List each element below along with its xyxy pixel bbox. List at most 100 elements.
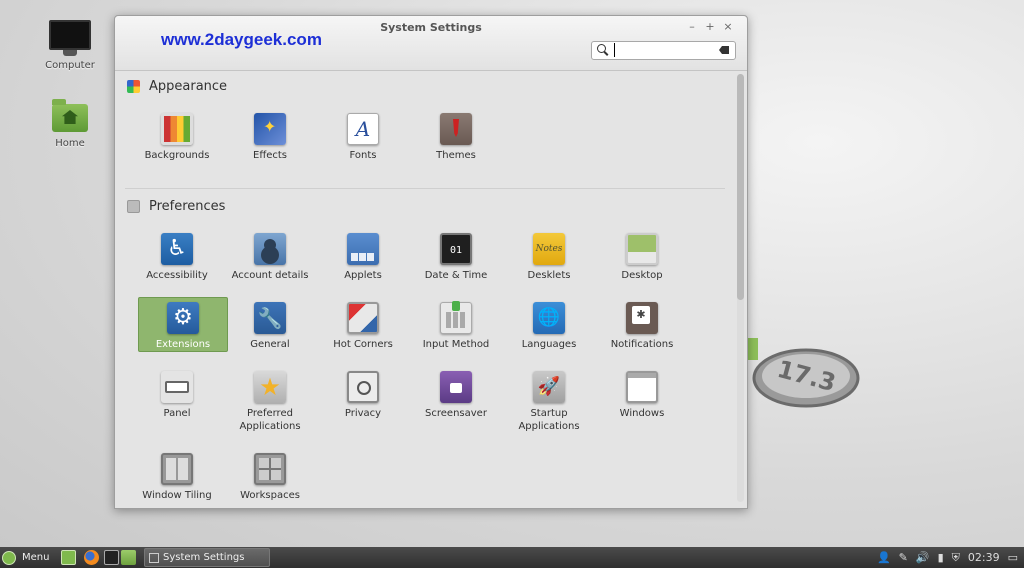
desktop-icon-computer[interactable]: Computer [30,20,110,71]
scrollbar[interactable] [737,74,744,502]
item-label: Desklets [527,270,571,281]
item-label: Notifications [610,339,674,350]
item-account-details[interactable]: Account details [225,229,315,289]
item-workspaces[interactable]: Workspaces [225,449,315,507]
item-label: Startup Applications [518,408,580,432]
notification-icon [626,302,658,334]
item-label: Screensaver [425,408,487,419]
item-label: Workspaces [240,490,300,501]
keyboard-icon [440,301,472,334]
system-tray: 👤 ✎ 🔊 ▮ ⛨ 02:39 ▭ [877,549,1018,566]
desklets-icon: Notes [533,233,565,265]
watermark-text: www.2daygeek.com [161,30,322,49]
menu-button[interactable]: Menu [2,549,49,566]
item-label: Account details [231,270,309,281]
scrollbar-thumb[interactable] [737,74,744,300]
wrench-icon: 🔧 [254,302,286,334]
privacy-icon [347,371,379,403]
terminal-icon[interactable] [104,550,119,565]
item-label: Input Method [422,339,490,350]
mint-logo-icon [2,550,16,565]
item-label: General [250,339,290,350]
item-notifications[interactable]: Notifications [597,298,687,358]
item-windows[interactable]: Windows [597,367,687,427]
item-privacy[interactable]: Privacy [318,367,408,427]
desktop-icon-home[interactable]: Home [30,99,110,149]
preferences-icon [127,200,140,213]
workspaces-icon [254,453,286,485]
applets-icon [347,233,379,265]
display-icon[interactable]: ▭ [1008,551,1018,564]
search-box[interactable] [591,41,736,60]
item-screensaver[interactable]: Screensaver [411,367,501,427]
effects-icon [254,113,286,145]
item-input-method[interactable]: Input Method [411,298,501,358]
item-preferred-applications[interactable]: ★ Preferred Applications [225,367,315,432]
show-desktop-icon[interactable] [61,550,76,565]
taskbar-window-system-settings[interactable]: System Settings [144,548,270,567]
fonts-icon: A [347,113,379,145]
window-tiling-icon [161,453,193,485]
clock[interactable]: 02:39 [968,551,1000,564]
desktop-icon [626,233,658,265]
item-label: Fonts [349,150,377,161]
minimize-button[interactable]: – [683,20,701,33]
item-accessibility[interactable]: ♿ Accessibility [132,229,222,289]
star-icon: ★ [254,371,286,403]
item-effects[interactable]: Effects [225,109,315,169]
search-input[interactable] [614,43,711,57]
item-label: Preferred Applications [239,408,301,432]
desktop-icon-label: Computer [45,60,95,71]
settings-content: Appearance Backgrounds Effects A Fonts T… [115,71,733,507]
item-date-time[interactable]: 01 Date & Time [411,229,501,289]
item-fonts[interactable]: A Fonts [318,109,408,169]
item-applets[interactable]: Applets [318,229,408,289]
search-icon [597,44,606,53]
item-label: Date & Time [424,270,488,281]
item-label: Privacy [344,408,382,419]
pen-icon[interactable]: ✎ [899,551,908,564]
themes-icon [440,113,472,145]
item-startup-applications[interactable]: 🚀 Startup Applications [504,367,594,432]
backgrounds-icon [161,113,193,145]
item-desktop[interactable]: Desktop [597,229,687,289]
shield-icon[interactable]: ⛨ [952,551,960,565]
section-preferences: Preferences [127,199,225,214]
battery-icon[interactable]: ▮ [938,551,944,564]
item-panel[interactable]: Panel [132,367,222,427]
firefox-icon[interactable] [84,550,99,565]
item-label: Backgrounds [144,150,210,161]
item-label: Themes [436,150,476,161]
item-languages[interactable]: 🌐 Languages [504,298,594,358]
item-label: Hot Corners [333,339,393,350]
section-title: Appearance [149,79,228,94]
window-controls: – + × [683,20,737,33]
item-hot-corners[interactable]: Hot Corners [318,298,408,358]
item-themes[interactable]: Themes [411,109,501,169]
taskbar: Menu System Settings 👤 ✎ 🔊 ▮ ⛨ 02:39 ▭ [0,547,1024,568]
item-backgrounds[interactable]: Backgrounds [132,109,222,169]
section-appearance: Appearance [127,79,227,94]
item-label: Effects [253,150,287,161]
close-button[interactable]: × [719,20,737,33]
files-icon[interactable] [121,550,136,565]
item-window-tiling[interactable]: Window Tiling [132,449,222,507]
window-icon [626,371,658,403]
volume-icon[interactable]: 🔊 [916,551,930,564]
maximize-button[interactable]: + [701,20,719,33]
calendar-icon: 01 [440,233,472,265]
home-folder-icon [52,99,88,132]
item-desklets[interactable]: Notes Desklets [504,229,594,289]
item-general[interactable]: 🔧 General [225,298,315,358]
lock-icon [440,371,472,403]
system-settings-icon [149,552,159,563]
item-label: Applets [344,270,382,281]
accessibility-icon: ♿ [161,233,193,265]
item-extensions[interactable]: ⚙ Extensions [138,297,228,352]
clear-search-icon[interactable] [719,46,729,54]
appearance-icon [127,80,140,93]
user-icon[interactable]: 👤 [877,551,891,564]
item-label: Panel [163,408,191,419]
rocket-icon: 🚀 [533,371,565,403]
titlebar[interactable]: System Settings www.2daygeek.com – + × [115,16,747,71]
